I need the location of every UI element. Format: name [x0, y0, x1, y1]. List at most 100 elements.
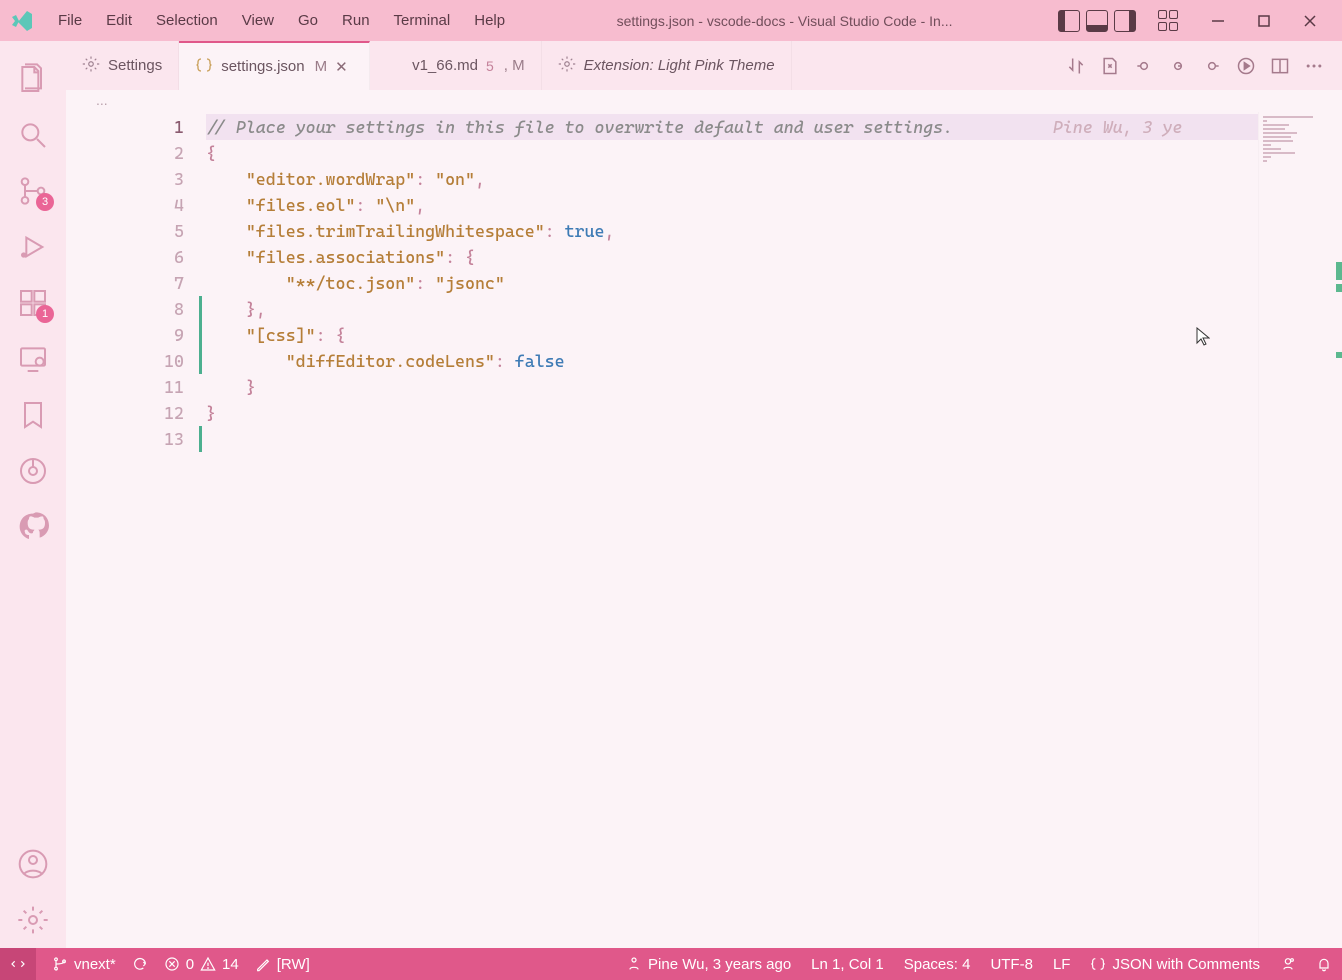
tab-icon-settings: [82, 55, 100, 77]
tabs: Settings settings.jsonM✕ v1_66.md 5 , M Exten…: [66, 41, 1342, 90]
blame-status[interactable]: Pine Wu, 3 years ago: [626, 956, 791, 973]
compare-changes-icon[interactable]: [1066, 56, 1086, 76]
eol-status[interactable]: LF: [1053, 956, 1071, 973]
tab-2[interactable]: v1_66.md 5 , M: [370, 41, 542, 90]
language-label: JSON with Comments: [1112, 956, 1260, 973]
menubar: FileEditSelectionViewGoRunTerminalHelp: [46, 12, 517, 29]
tab-icon-json: [195, 56, 213, 78]
tab-problems-badge: 5: [486, 58, 494, 74]
run-debug-icon[interactable]: [0, 219, 66, 275]
github-icon[interactable]: [0, 499, 66, 555]
toggle-panel-icon[interactable]: [1086, 10, 1108, 32]
tab-filename: Extension: Light Pink Theme: [584, 57, 775, 74]
gitlens-icon[interactable]: [0, 443, 66, 499]
error-count: 0: [186, 956, 194, 973]
tab-filename: v1_66.md: [412, 57, 478, 74]
activitybar: 3 1: [0, 41, 66, 948]
encoding-status[interactable]: UTF-8: [990, 956, 1033, 973]
code-line-1[interactable]: // Place your settings in this file to o…: [206, 114, 1258, 140]
explorer-icon[interactable]: [0, 51, 66, 107]
branch-name: vnext*: [74, 956, 116, 973]
gutter: 12345678910111213: [66, 112, 206, 948]
code-line-13[interactable]: [206, 426, 1258, 452]
revert-icon[interactable]: [1168, 56, 1188, 76]
next-change-icon[interactable]: [1202, 56, 1222, 76]
scrollbar[interactable]: [1328, 112, 1342, 948]
code-line-2[interactable]: {: [206, 140, 1258, 166]
breadcrumb[interactable]: ...: [66, 90, 1342, 112]
problems-status[interactable]: 0 14: [164, 956, 239, 973]
code-line-3[interactable]: "editor.wordWrap": "on",: [206, 166, 1258, 192]
code-line-11[interactable]: }: [206, 374, 1258, 400]
code-line-12[interactable]: }: [206, 400, 1258, 426]
indentation-status[interactable]: Spaces: 4: [904, 956, 971, 973]
tab-modified-indicator: , M: [504, 57, 525, 74]
tab-close-icon[interactable]: ✕: [335, 58, 353, 76]
code-line-7[interactable]: "**/toc.json": "jsonc": [206, 270, 1258, 296]
window-controls: [1186, 14, 1334, 28]
rw-label: [RW]: [277, 956, 310, 973]
layout-controls: [1052, 10, 1186, 32]
code-line-10[interactable]: "diffEditor.codeLens": false: [206, 348, 1258, 374]
remote-indicator[interactable]: [0, 948, 36, 980]
minimize-button[interactable]: [1204, 14, 1232, 28]
branch-status[interactable]: vnext*: [52, 956, 116, 973]
search-icon[interactable]: [0, 107, 66, 163]
tab-filename: settings.json: [221, 58, 304, 75]
accounts-icon[interactable]: [0, 836, 66, 892]
close-button[interactable]: [1296, 14, 1324, 28]
source-control-icon[interactable]: 3: [0, 163, 66, 219]
customize-layout-icon[interactable]: [1158, 10, 1180, 32]
language-mode[interactable]: JSON with Comments: [1090, 956, 1260, 973]
extensions-badge: 1: [36, 305, 54, 323]
titlebar: FileEditSelectionViewGoRunTerminalHelp s…: [0, 0, 1342, 41]
tab-icon-markdown: [386, 55, 404, 77]
blame-text: Pine Wu, 3 years ago: [648, 956, 791, 973]
bookmarks-icon[interactable]: [0, 387, 66, 443]
code-line-5[interactable]: "files.trimTrailingWhitespace": true,: [206, 218, 1258, 244]
code-line-4[interactable]: "files.eol": "\n",: [206, 192, 1258, 218]
menu-selection[interactable]: Selection: [144, 12, 230, 29]
remote-explorer-icon[interactable]: [0, 331, 66, 387]
run-icon[interactable]: [1236, 56, 1256, 76]
settings-gear-icon[interactable]: [0, 892, 66, 948]
menu-run[interactable]: Run: [330, 12, 382, 29]
menu-view[interactable]: View: [230, 12, 286, 29]
maximize-button[interactable]: [1250, 14, 1278, 28]
menu-go[interactable]: Go: [286, 12, 330, 29]
editor-actions: [1048, 41, 1342, 90]
open-changes-icon[interactable]: [1100, 56, 1120, 76]
menu-file[interactable]: File: [46, 12, 94, 29]
statusbar: vnext* 0 14 [RW] Pine Wu, 3 years ago Ln…: [0, 948, 1342, 980]
notifications-icon[interactable]: [1316, 956, 1332, 972]
menu-terminal[interactable]: Terminal: [382, 12, 463, 29]
window-title: settings.json - vscode-docs - Visual Stu…: [517, 13, 1052, 29]
code-content[interactable]: // Place your settings in this file to o…: [206, 112, 1258, 948]
toggle-primary-sidebar-icon[interactable]: [1058, 10, 1080, 32]
code-line-8[interactable]: },: [206, 296, 1258, 322]
code-line-6[interactable]: "files.associations": {: [206, 244, 1258, 270]
tab-1[interactable]: settings.jsonM✕: [179, 41, 370, 90]
menu-edit[interactable]: Edit: [94, 12, 144, 29]
minimap[interactable]: [1258, 112, 1328, 948]
main: 3 1 Settings settings.jsonM✕: [0, 41, 1342, 948]
code-line-9[interactable]: "[css]": {: [206, 322, 1258, 348]
tab-filename: Settings: [108, 57, 162, 74]
prev-change-icon[interactable]: [1134, 56, 1154, 76]
tab-icon-settings: [558, 55, 576, 77]
file-access-status[interactable]: [RW]: [255, 956, 310, 973]
cursor-position[interactable]: Ln 1, Col 1: [811, 956, 884, 973]
extensions-icon[interactable]: 1: [0, 275, 66, 331]
editor[interactable]: 12345678910111213 // Place your settings…: [66, 112, 1342, 948]
tab-3[interactable]: Extension: Light Pink Theme: [542, 41, 792, 90]
scm-badge: 3: [36, 193, 54, 211]
toggle-secondary-sidebar-icon[interactable]: [1114, 10, 1136, 32]
split-editor-icon[interactable]: [1270, 56, 1290, 76]
sync-status[interactable]: [132, 956, 148, 972]
warning-count: 14: [222, 956, 239, 973]
tab-0[interactable]: Settings: [66, 41, 179, 90]
more-actions-icon[interactable]: [1304, 56, 1324, 76]
menu-help[interactable]: Help: [462, 12, 517, 29]
editor-area: Settings settings.jsonM✕ v1_66.md 5 , M Exten…: [66, 41, 1342, 948]
feedback-icon[interactable]: [1280, 956, 1296, 972]
